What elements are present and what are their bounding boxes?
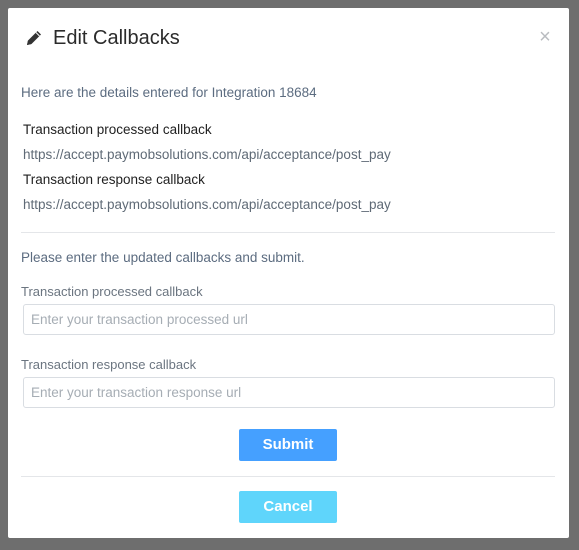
integration-intro: Here are the details entered for Integra… bbox=[21, 85, 317, 100]
submit-button[interactable]: Submit bbox=[239, 429, 337, 461]
modal-header: Edit Callbacks × bbox=[8, 8, 569, 70]
close-icon[interactable]: × bbox=[534, 26, 556, 48]
response-url-input[interactable] bbox=[23, 377, 555, 408]
processed-callback-value: https://accept.paymobsolutions.com/api/a… bbox=[23, 147, 391, 162]
divider bbox=[21, 232, 555, 233]
modal-title: Edit Callbacks bbox=[53, 27, 180, 49]
response-callback-value: https://accept.paymobsolutions.com/api/a… bbox=[23, 197, 391, 212]
edit-callbacks-modal: Edit Callbacks × Here are the details en… bbox=[8, 8, 569, 538]
processed-url-label: Transaction processed callback bbox=[21, 284, 203, 299]
pencil-icon bbox=[25, 29, 43, 47]
cancel-button[interactable]: Cancel bbox=[239, 491, 337, 523]
response-url-label: Transaction response callback bbox=[21, 357, 197, 372]
processed-callback-label: Transaction processed callback bbox=[23, 122, 212, 137]
response-callback-label: Transaction response callback bbox=[23, 172, 205, 187]
divider bbox=[21, 476, 555, 477]
processed-url-input[interactable] bbox=[23, 304, 555, 335]
update-prompt: Please enter the updated callbacks and s… bbox=[21, 250, 305, 265]
